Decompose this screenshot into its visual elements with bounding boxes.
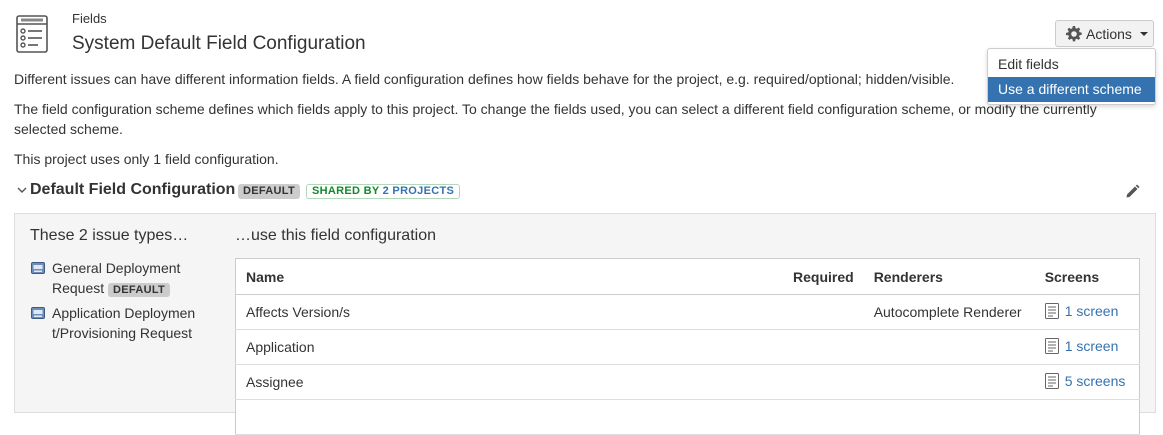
chevron-down-icon xyxy=(1139,31,1148,36)
pencil-icon[interactable] xyxy=(1125,184,1140,199)
field-screens: 1 screen xyxy=(1034,294,1140,330)
table-header-row: Name Required Renderers Screens xyxy=(235,258,1140,295)
screens-link[interactable]: 5 screens xyxy=(1044,372,1126,389)
column-header-screens: Screens xyxy=(1034,258,1140,295)
field-name xyxy=(235,399,783,435)
field-screens: 1 screen xyxy=(1034,329,1140,365)
description-paragraph: The field configuration scheme defines w… xyxy=(14,101,1097,137)
table-row: Application 1 screen xyxy=(235,329,1140,365)
field-screens xyxy=(1034,399,1140,435)
field-name: Affects Version/s xyxy=(235,294,783,330)
field-required xyxy=(783,294,864,330)
issue-type-name: Application Deployment/Provisioning Requ… xyxy=(52,305,196,341)
field-renderer: Autocomplete Renderer xyxy=(863,294,1035,330)
shared-projects-link[interactable]: 2 PROJECTS xyxy=(383,185,454,197)
screens-link-label: 5 screens xyxy=(1064,372,1126,389)
screens-link-label: 1 screen xyxy=(1064,302,1119,319)
actions-label: Actions xyxy=(1086,25,1132,42)
screens-link[interactable]: 1 screen xyxy=(1044,337,1119,354)
field-screens: 5 screens xyxy=(1034,364,1140,400)
actions-button[interactable]: Actions xyxy=(1055,20,1154,47)
field-name: Assignee xyxy=(235,364,783,400)
menu-item-use-different-scheme[interactable]: Use a different scheme xyxy=(988,77,1155,102)
field-required xyxy=(783,399,864,435)
column-header-required: Required xyxy=(783,258,864,295)
section-title: Default Field Configuration xyxy=(30,181,236,198)
breadcrumb[interactable]: Fields xyxy=(72,11,107,26)
issue-type-item: Application Deployment/Provisioning Requ… xyxy=(52,303,202,343)
field-renderer xyxy=(863,364,1035,400)
field-renderer xyxy=(863,329,1035,365)
page-title: System Default Field Configuration xyxy=(72,33,366,54)
gear-icon xyxy=(1066,25,1082,41)
issue-type-icon xyxy=(31,262,45,274)
screen-icon xyxy=(1044,372,1059,389)
default-badge: DEFAULT xyxy=(238,184,301,199)
field-renderer xyxy=(863,399,1035,435)
actions-menu: Edit fields Use a different scheme xyxy=(987,48,1156,105)
column-header-renderers: Renderers xyxy=(863,258,1035,295)
screen-icon xyxy=(1044,302,1059,319)
field-name: Application xyxy=(235,329,783,365)
issue-type-item: General Deployment Request DEFAULT xyxy=(52,258,207,298)
fields-heading: …use this field configuration xyxy=(235,227,436,244)
chevron-down-icon[interactable] xyxy=(17,186,27,194)
issue-type-icon xyxy=(31,307,45,319)
field-required xyxy=(783,329,864,365)
description-paragraph: Different issues can have different info… xyxy=(14,71,955,87)
screens-link-label: 1 screen xyxy=(1064,337,1119,354)
shared-badge-prefix: SHARED BY xyxy=(312,185,383,197)
screen-icon xyxy=(1044,337,1059,354)
screens-link[interactable]: 1 screen xyxy=(1044,302,1119,319)
menu-item-edit-fields[interactable]: Edit fields xyxy=(988,52,1155,77)
field-required xyxy=(783,364,864,400)
field-config-icon xyxy=(16,15,48,53)
fields-table: Name Required Renderers Screens Affects … xyxy=(235,258,1140,435)
usage-summary: This project uses only 1 field configura… xyxy=(14,151,279,167)
table-row: Assignee 5 screens xyxy=(235,364,1140,400)
column-header-name: Name xyxy=(235,258,783,295)
default-badge: DEFAULT xyxy=(108,283,171,297)
table-row xyxy=(235,399,1140,435)
issue-types-heading: These 2 issue types… xyxy=(30,227,189,244)
table-row: Affects Version/s Autocomplete Renderer … xyxy=(235,294,1140,330)
shared-badge[interactable]: SHARED BY 2 PROJECTS xyxy=(306,184,461,199)
